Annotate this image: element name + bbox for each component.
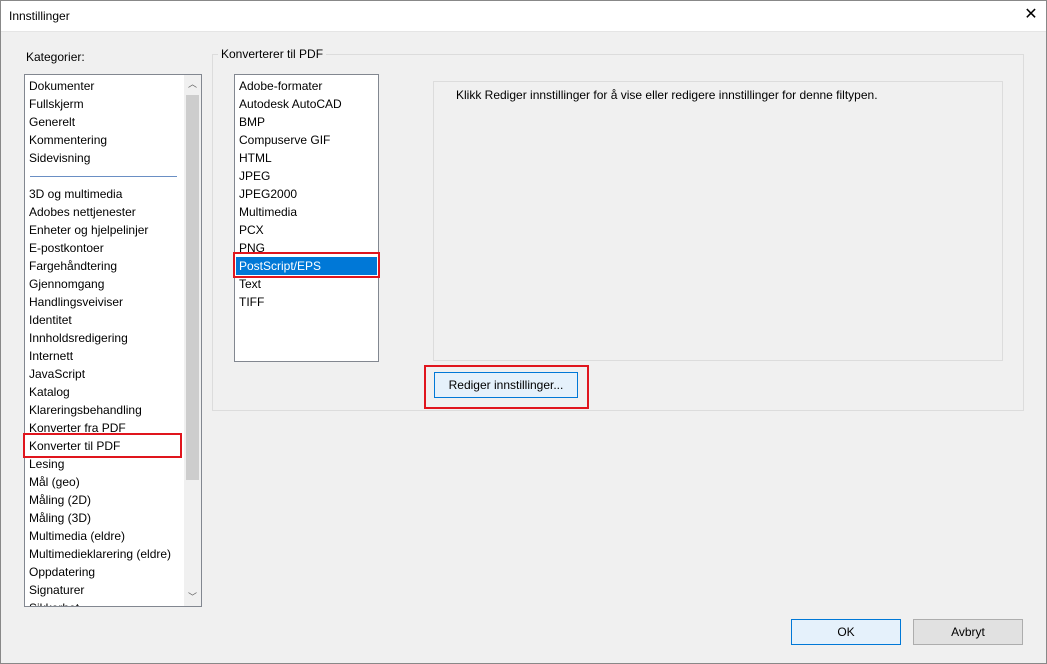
list-item[interactable]: Autodesk AutoCAD <box>239 95 342 113</box>
ok-button[interactable]: OK <box>791 619 901 645</box>
list-item[interactable]: Fargehåndtering <box>29 257 117 275</box>
list-item[interactable]: BMP <box>239 113 265 131</box>
list-item[interactable]: Katalog <box>29 383 70 401</box>
list-item[interactable]: 3D og multimedia <box>29 185 122 203</box>
list-item[interactable]: Adobes nettjenester <box>29 203 136 221</box>
info-panel: Klikk Rediger innstillinger for å vise e… <box>433 81 1003 361</box>
title-bar: Innstillinger ✕ <box>0 0 1047 32</box>
scroll-down-icon[interactable]: ﹀ <box>184 588 201 606</box>
highlight-box <box>424 365 589 409</box>
cancel-button[interactable]: Avbryt <box>913 619 1023 645</box>
list-item[interactable]: Innholdsredigering <box>29 329 128 347</box>
scroll-thumb[interactable] <box>186 95 199 480</box>
list-item[interactable]: Multimedia <box>239 203 297 221</box>
list-item[interactable]: Multimedieklarering (eldre) <box>29 545 171 563</box>
list-item[interactable]: Sidevisning <box>29 149 90 167</box>
list-item[interactable]: Oppdatering <box>29 563 95 581</box>
info-text: Klikk Rediger innstillinger for å vise e… <box>456 88 878 102</box>
list-item[interactable]: Enheter og hjelpelinjer <box>29 221 148 239</box>
list-item[interactable]: Kommentering <box>29 131 107 149</box>
list-item[interactable]: PCX <box>239 221 264 239</box>
list-item[interactable]: Internett <box>29 347 73 365</box>
list-item[interactable]: Identitet <box>29 311 72 329</box>
categories-list[interactable]: ︿ ﹀ DokumenterFullskjermGenereltKommente… <box>24 74 202 607</box>
list-item[interactable]: Adobe-formater <box>239 77 322 95</box>
list-item[interactable]: JavaScript <box>29 365 85 383</box>
window-title: Innstillinger <box>9 9 70 23</box>
scroll-up-icon[interactable]: ︿ <box>184 75 201 93</box>
list-item[interactable]: JPEG <box>239 167 270 185</box>
list-item[interactable]: Compuserve GIF <box>239 131 330 149</box>
close-icon[interactable]: ✕ <box>1015 0 1047 32</box>
list-item[interactable]: Gjennomgang <box>29 275 104 293</box>
highlight-box <box>233 252 380 278</box>
scrollbar[interactable]: ︿ ﹀ <box>184 75 201 606</box>
highlight-box <box>23 433 182 458</box>
list-item[interactable]: Signaturer <box>29 581 84 599</box>
list-item[interactable]: HTML <box>239 149 272 167</box>
categories-label: Kategorier: <box>26 50 85 64</box>
group-label: Konverterer til PDF <box>218 47 326 61</box>
list-item[interactable]: Multimedia (eldre) <box>29 527 125 545</box>
list-item[interactable]: JPEG2000 <box>239 185 297 203</box>
filetype-list[interactable]: Adobe-formaterAutodesk AutoCADBMPCompuse… <box>234 74 379 362</box>
list-item[interactable]: E-postkontoer <box>29 239 104 257</box>
list-item[interactable]: Klareringsbehandling <box>29 401 142 419</box>
list-item[interactable]: Sikkerhet <box>29 599 79 607</box>
list-item[interactable]: Dokumenter <box>29 77 94 95</box>
list-item[interactable]: TIFF <box>239 293 264 311</box>
separator <box>30 176 177 177</box>
list-item[interactable]: Måling (2D) <box>29 491 91 509</box>
list-item[interactable]: Fullskjerm <box>29 95 84 113</box>
list-item[interactable]: Generelt <box>29 113 75 131</box>
list-item[interactable]: Mål (geo) <box>29 473 80 491</box>
list-item[interactable]: Handlingsveiviser <box>29 293 123 311</box>
list-item[interactable]: Måling (3D) <box>29 509 91 527</box>
